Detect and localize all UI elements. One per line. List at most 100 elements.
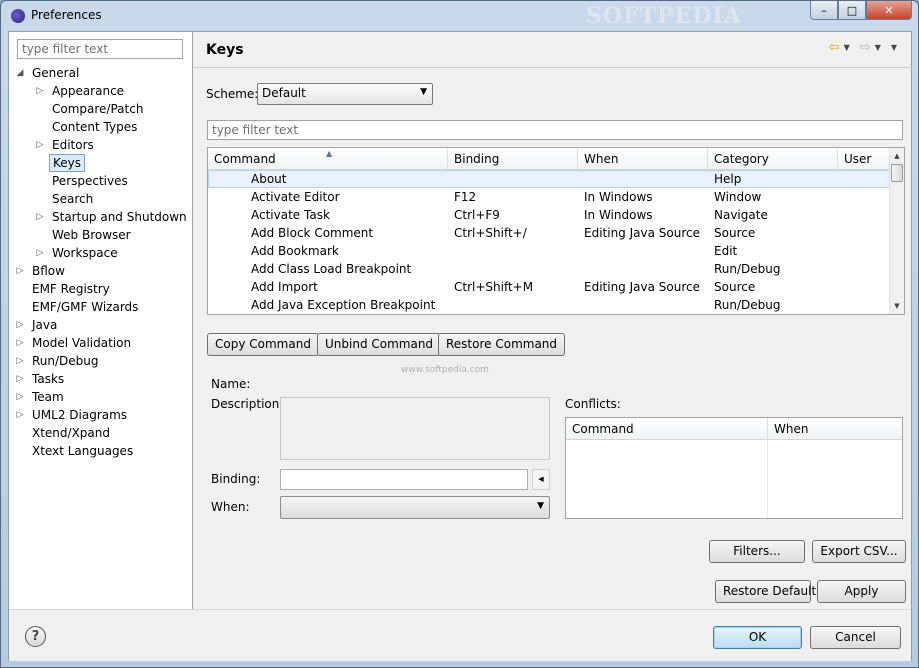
tree-item[interactable]: Compare/Patch <box>9 100 193 118</box>
tree-item[interactable]: ▷ Run/Debug <box>9 352 193 370</box>
tree-item[interactable]: Web Browser <box>9 226 193 244</box>
table-row[interactable]: Add Bookmark Edit <box>208 242 890 260</box>
table-cell-category: Source <box>714 280 756 294</box>
preferences-window: Preferences SOFTPEDIA – □ ✕ ◢ General ▷ App… <box>0 0 919 668</box>
maximize-button[interactable]: □ <box>838 1 866 20</box>
tree-item[interactable]: ▷ Tasks <box>9 370 193 388</box>
conflicts-label: Conflicts: <box>565 397 621 411</box>
table-cell-when: In Windows <box>584 208 653 222</box>
tree-item[interactable]: Perspectives <box>9 172 193 190</box>
column-header-when[interactable]: When <box>578 148 708 170</box>
tree-collapsed-icon[interactable]: ▷ <box>35 208 45 226</box>
keys-table-scrollbar[interactable]: ▲ ▼ <box>889 148 904 314</box>
tree-item[interactable]: ▷ Editors <box>9 136 193 154</box>
maximize-icon: □ <box>846 3 858 17</box>
scroll-up-icon[interactable]: ▲ <box>890 149 904 163</box>
scrollbar-thumb[interactable] <box>891 164 903 182</box>
table-row[interactable]: Add Import Ctrl+Shift+M Editing Java Sourc… <box>208 278 890 296</box>
table-row[interactable]: Add Java Exception Breakpoint Run/Debug <box>208 296 890 314</box>
tree-item-label: Content Types <box>52 120 138 134</box>
unbind-command-button[interactable]: Unbind Command <box>317 333 442 356</box>
tree-collapsed-icon[interactable]: ▷ <box>15 262 25 280</box>
table-cell-binding: Ctrl+Shift+M <box>454 280 534 294</box>
restore-defaults-button[interactable]: Restore Defaults <box>715 580 822 603</box>
tree-item[interactable]: ▷ Workspace <box>9 244 193 262</box>
scroll-down-icon[interactable]: ▼ <box>890 299 904 313</box>
tree-collapsed-icon[interactable]: ▷ <box>15 370 25 388</box>
scheme-select[interactable]: Default ▼ <box>257 83 433 105</box>
tree-item[interactable]: EMF Registry <box>9 280 193 298</box>
table-row[interactable]: About Help <box>208 170 890 188</box>
binding-input[interactable] <box>280 469 528 490</box>
conflicts-column-when[interactable]: When <box>768 418 902 440</box>
keys-filter-input[interactable] <box>207 120 903 140</box>
table-cell-command: Activate Editor <box>251 190 340 204</box>
help-icon[interactable]: ? <box>25 626 46 647</box>
table-row[interactable]: Activate Task Ctrl+F9 In Windows Navigate <box>208 206 890 224</box>
tree-collapsed-icon[interactable]: ▷ <box>15 316 25 334</box>
ok-button[interactable]: OK <box>713 626 802 649</box>
back-arrow-icon[interactable]: ⇦ <box>829 40 840 55</box>
table-cell-category: Run/Debug <box>714 298 781 312</box>
tree-item[interactable]: ▷ UML2 Diagrams <box>9 406 193 424</box>
table-cell-category: Run/Debug <box>714 262 781 276</box>
filters-button[interactable]: Filters... <box>709 540 805 563</box>
column-header-user[interactable]: User <box>838 148 890 170</box>
softpedia-watermark: SOFTPEDIA <box>586 3 742 29</box>
copy-command-button[interactable]: Copy Command <box>207 333 319 356</box>
cancel-button[interactable]: Cancel <box>810 626 901 649</box>
back-history-dropdown-icon[interactable]: ▼ <box>844 43 850 52</box>
description-label: Description: <box>211 397 284 411</box>
apply-button[interactable]: Apply <box>817 580 906 603</box>
tree-filter-input[interactable] <box>17 39 183 59</box>
tree-item[interactable]: ▷ Bflow <box>9 262 193 280</box>
tree-item[interactable]: ▷ Appearance <box>9 82 193 100</box>
when-select[interactable]: ▼ <box>280 496 550 519</box>
tree-item-label: Java <box>32 318 58 332</box>
table-cell-command: Add Import <box>251 280 318 294</box>
tree-item[interactable]: Keys <box>9 154 193 172</box>
dialog-button-bar: ? OK Cancel <box>9 609 911 661</box>
tree-item[interactable]: EMF/GMF Wizards <box>9 298 193 316</box>
table-row[interactable]: Add Block Comment Ctrl+Shift+/ Editing Jav… <box>208 224 890 242</box>
tree-expanded-icon[interactable]: ◢ <box>15 64 25 82</box>
tree-item[interactable]: ▷ Java <box>9 316 193 334</box>
table-cell-binding: F12 <box>454 190 477 204</box>
tree-collapsed-icon[interactable]: ▷ <box>15 406 25 424</box>
tree-item-label: Workspace <box>52 246 118 260</box>
table-row[interactable]: Activate Editor F12 In Windows Window <box>208 188 890 206</box>
minimize-button[interactable]: – <box>810 1 838 20</box>
column-header-category[interactable]: Category <box>708 148 838 170</box>
tree-item[interactable]: Xtend/Xpand <box>9 424 193 442</box>
tree-collapsed-icon[interactable]: ▷ <box>35 82 45 100</box>
table-cell-when: Editing Java Source <box>584 226 700 240</box>
export-csv-button[interactable]: Export CSV... <box>812 540 906 563</box>
close-button[interactable]: ✕ <box>866 1 912 20</box>
forward-history-dropdown-icon[interactable]: ▼ <box>875 43 881 52</box>
tree-item[interactable]: Search <box>9 190 193 208</box>
tree-collapsed-icon[interactable]: ▷ <box>35 136 45 154</box>
view-menu-icon[interactable]: ▼ <box>891 43 897 52</box>
table-row[interactable]: Add Class Load Breakpoint Run/Debug <box>208 260 890 278</box>
tree-item[interactable]: ▷ Model Validation <box>9 334 193 352</box>
tree-item[interactable]: ▷ Startup and Shutdown <box>9 208 193 226</box>
binding-menu-button[interactable]: ◀ <box>532 469 550 490</box>
tree-item[interactable]: ▷ Team <box>9 388 193 406</box>
tree-item-label: General <box>32 66 80 80</box>
tree-collapsed-icon[interactable]: ▷ <box>15 352 25 370</box>
title-bar[interactable]: Preferences SOFTPEDIA – □ ✕ <box>1 1 918 31</box>
restore-command-button[interactable]: Restore Command <box>438 333 566 356</box>
tree-collapsed-icon[interactable]: ▷ <box>15 334 25 352</box>
tree-collapsed-icon[interactable]: ▷ <box>35 244 45 262</box>
tree-collapsed-icon[interactable]: ▷ <box>15 388 25 406</box>
forward-arrow-icon[interactable]: ⇨ <box>860 40 871 55</box>
column-header-command[interactable]: Command ▲ <box>208 148 448 170</box>
tree-item[interactable]: Content Types <box>9 118 193 136</box>
title-separator <box>194 67 912 68</box>
tree-item[interactable]: Xtext Languages <box>9 442 193 460</box>
column-header-binding[interactable]: Binding <box>448 148 578 170</box>
tree-item[interactable]: ◢ General <box>9 64 193 82</box>
conflicts-column-command[interactable]: Command <box>566 418 768 440</box>
preference-tree: ◢ General ▷ Appearance Compare/Patch Content … <box>9 64 193 460</box>
description-field <box>280 397 550 460</box>
